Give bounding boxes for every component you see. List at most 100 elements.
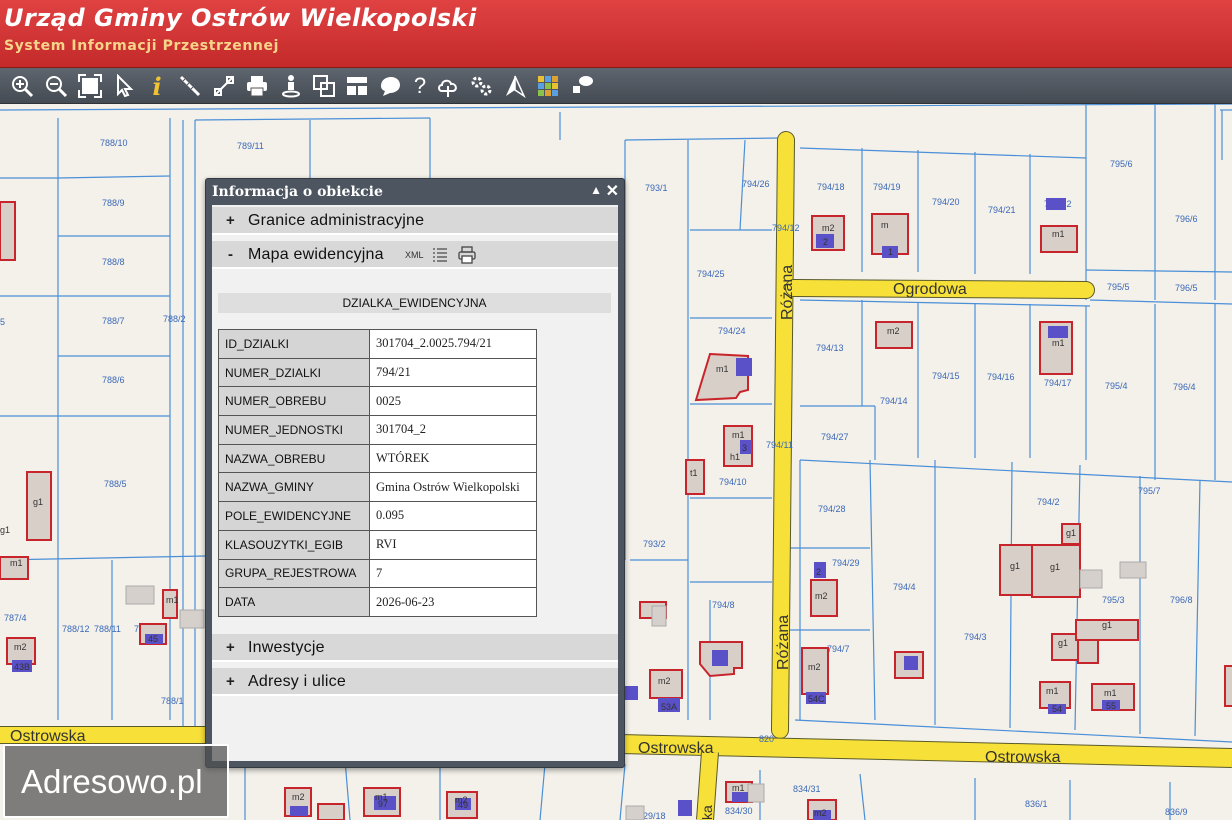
chat-icon[interactable] <box>568 72 596 100</box>
svg-text:m: m <box>881 220 889 230</box>
zoom-in-icon[interactable] <box>8 72 36 100</box>
svg-text:796/4: 796/4 <box>1173 382 1196 392</box>
print-icon[interactable] <box>458 246 476 264</box>
section-adresy-i-ulice[interactable]: + Adresy i ulice <box>212 668 618 696</box>
watermark-text: Adresowo.pl <box>21 763 203 800</box>
table-row: KLASOUZYTKI_EGIB RVI <box>218 529 537 560</box>
svg-text:788/9: 788/9 <box>102 198 125 208</box>
map-toolbar: i ? <box>0 68 1232 104</box>
copy-icon[interactable] <box>310 72 338 100</box>
measure-area-icon[interactable] <box>210 72 238 100</box>
street-label: Różana <box>775 615 792 670</box>
svg-text:788/7: 788/7 <box>102 316 125 326</box>
print-icon[interactable] <box>243 72 271 100</box>
watermark-badge: Adresowo.pl <box>3 744 229 818</box>
svg-text:796/6: 796/6 <box>1175 214 1198 224</box>
expand-icon: + <box>226 639 235 656</box>
svg-text:m2: m2 <box>14 642 27 652</box>
street-label: Różana <box>779 265 796 320</box>
svg-text:g1: g1 <box>33 497 43 507</box>
panel-titlebar[interactable]: Informacja o obiekcie ▲ ✕ <box>206 179 624 205</box>
section-label: Granice administracyjne <box>248 212 425 229</box>
attr-key: NUMER_OBREBU <box>218 386 370 417</box>
zoom-out-icon[interactable] <box>42 72 70 100</box>
svg-text:834/31: 834/31 <box>793 784 821 794</box>
svg-text:795/4: 795/4 <box>1105 381 1128 391</box>
svg-text:m1: m1 <box>10 558 23 568</box>
layer-name-header: DZIALKA_EWIDENCYJNA <box>218 293 611 313</box>
svg-text:788/8: 788/8 <box>102 257 125 267</box>
street-label: Ostrowska <box>985 749 1061 766</box>
help-icon[interactable]: ? <box>406 72 434 100</box>
object-info-panel[interactable]: Informacja o obiekcie ▲ ✕ + Granice admi… <box>205 178 625 768</box>
layout-icon[interactable] <box>343 72 371 100</box>
table-row: GRUPA_REJESTROWA 7 <box>218 558 537 589</box>
upload-cloud-icon[interactable] <box>434 72 462 100</box>
section-label: Adresy i ulice <box>248 673 346 690</box>
info-icon[interactable]: i <box>143 72 171 101</box>
xml-export-button[interactable]: XML <box>405 250 424 260</box>
north-arrow-icon[interactable] <box>501 72 529 100</box>
attr-key: NAZWA_OBREBU <box>218 443 370 474</box>
settings-icon[interactable] <box>467 72 495 100</box>
svg-text:g1: g1 <box>0 525 10 535</box>
svg-text:g1: g1 <box>1050 562 1060 572</box>
svg-text:m1: m1 <box>716 364 729 374</box>
svg-text:m1: m1 <box>732 783 745 793</box>
attr-key: DATA <box>218 587 370 617</box>
svg-text:45: 45 <box>148 634 158 644</box>
measure-distance-icon[interactable] <box>176 72 204 100</box>
svg-text:m1: m1 <box>1104 688 1117 698</box>
svg-text:794/14: 794/14 <box>880 396 908 406</box>
svg-text:2: 2 <box>823 237 828 247</box>
svg-text:794/26: 794/26 <box>742 179 770 189</box>
zoom-extent-icon[interactable] <box>76 72 104 100</box>
svg-text:794/15: 794/15 <box>932 371 960 381</box>
attribute-table: ID_DZIALKI 301704_2.0025.794/21 NUMER_DZI… <box>218 329 537 617</box>
svg-text:793/2: 793/2 <box>643 539 666 549</box>
svg-text:43B: 43B <box>14 662 30 672</box>
svg-text:g1: g1 <box>1058 638 1068 648</box>
comment-icon[interactable] <box>376 72 404 100</box>
attr-value: 301704_2.0025.794/21 <box>369 329 537 359</box>
svg-text:794/29: 794/29 <box>832 558 860 568</box>
svg-text:m2: m2 <box>887 326 900 336</box>
list-icon[interactable] <box>432 247 448 263</box>
section-inwestycje[interactable]: + Inwestycje <box>212 634 618 662</box>
attr-key: KLASOUZYTKI_EGIB <box>218 529 370 560</box>
svg-text:m1: m1 <box>732 430 745 440</box>
svg-text:49: 49 <box>458 800 468 810</box>
attr-value: 0025 <box>369 386 537 417</box>
svg-text:794/8: 794/8 <box>712 600 735 610</box>
svg-text:m2: m2 <box>658 676 671 686</box>
attr-key: GRUPA_REJESTROWA <box>218 558 370 589</box>
section-mapa-ewidencyjna[interactable]: - Mapa ewidencyjna XML <box>212 241 618 269</box>
svg-text:834/30: 834/30 <box>725 806 753 816</box>
table-row: NAZWA_GMINY Gmina Ostrów Wielkopolski <box>218 472 537 503</box>
svg-text:789/11: 789/11 <box>237 141 264 151</box>
collapse-panel-icon[interactable]: ▲ <box>590 183 602 197</box>
svg-text:836/9: 836/9 <box>1165 807 1188 817</box>
svg-text:795/7: 795/7 <box>1138 486 1161 496</box>
attr-key: ID_DZIALKI <box>218 329 370 359</box>
svg-text:m2: m2 <box>292 792 305 802</box>
attr-value: RVI <box>369 529 537 560</box>
svg-text:794/19: 794/19 <box>873 182 901 192</box>
svg-text:3: 3 <box>742 443 747 453</box>
attr-value: 794/21 <box>369 357 537 388</box>
section-granice-administracyjne[interactable]: + Granice administracyjne <box>212 207 618 235</box>
svg-text:794/28: 794/28 <box>818 504 846 514</box>
svg-text:794/12: 794/12 <box>772 223 800 233</box>
svg-text:788/10: 788/10 <box>100 138 128 148</box>
street-view-icon[interactable] <box>277 72 305 100</box>
select-pointer-icon[interactable] <box>110 72 138 100</box>
svg-text:794/3: 794/3 <box>964 632 987 642</box>
svg-text:794/27: 794/27 <box>821 432 849 442</box>
svg-text:t1: t1 <box>690 468 698 478</box>
close-panel-icon[interactable]: ✕ <box>606 181 619 201</box>
layers-icon[interactable] <box>534 72 562 100</box>
svg-text:794/18: 794/18 <box>817 182 845 192</box>
attr-key: NUMER_JEDNOSTKI <box>218 415 370 445</box>
section-label: Inwestycje <box>248 639 325 656</box>
svg-text:788/6: 788/6 <box>102 375 125 385</box>
